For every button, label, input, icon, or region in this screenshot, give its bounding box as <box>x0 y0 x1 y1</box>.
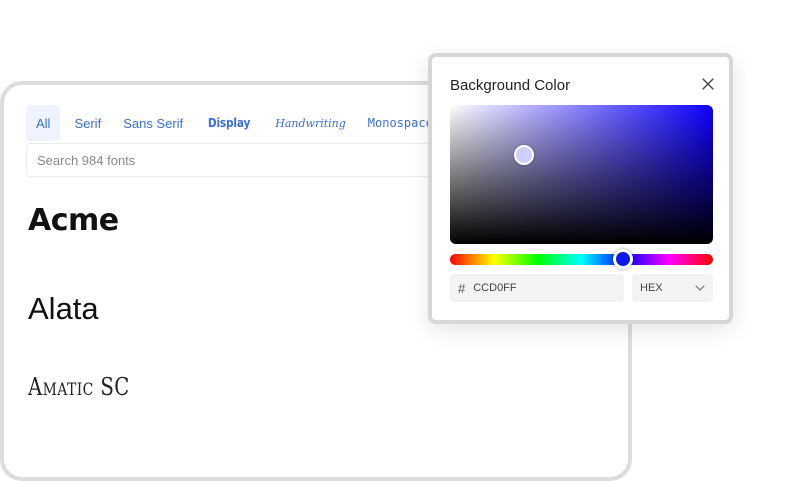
tab-all[interactable]: All <box>26 105 61 141</box>
chevron-down-icon <box>695 285 705 291</box>
font-search-input[interactable]: Search 984 fonts <box>26 143 446 177</box>
color-area-handle[interactable] <box>514 145 534 165</box>
saturation-value-area[interactable] <box>450 105 713 244</box>
color-format-select[interactable]: HEX <box>632 274 713 302</box>
font-item-alata[interactable]: Alata <box>28 291 99 327</box>
picker-title: Background Color <box>450 77 571 94</box>
tab-display[interactable]: Display <box>201 105 257 141</box>
tab-handwriting[interactable]: Handwriting <box>267 105 354 141</box>
hash-symbol: # <box>458 280 466 296</box>
tab-serif[interactable]: Serif <box>66 105 109 141</box>
search-placeholder: Search 984 fonts <box>37 152 136 168</box>
hex-input[interactable]: # CCD0FF <box>450 274 624 302</box>
close-icon[interactable] <box>701 77 715 91</box>
font-item-amatic-sc[interactable]: Amatic SC <box>28 373 130 401</box>
category-tabs: All Serif Sans Serif Display Handwriting… <box>26 105 447 141</box>
hue-slider[interactable] <box>450 254 713 265</box>
color-picker-popover: Background Color # CCD0FF HEX <box>428 53 733 324</box>
hue-slider-handle[interactable] <box>613 249 633 269</box>
hex-value: CCD0FF <box>473 282 517 294</box>
font-item-acme[interactable]: Acme <box>28 203 119 238</box>
tab-sans-serif[interactable]: Sans Serif <box>115 105 191 141</box>
format-label: HEX <box>640 282 663 294</box>
